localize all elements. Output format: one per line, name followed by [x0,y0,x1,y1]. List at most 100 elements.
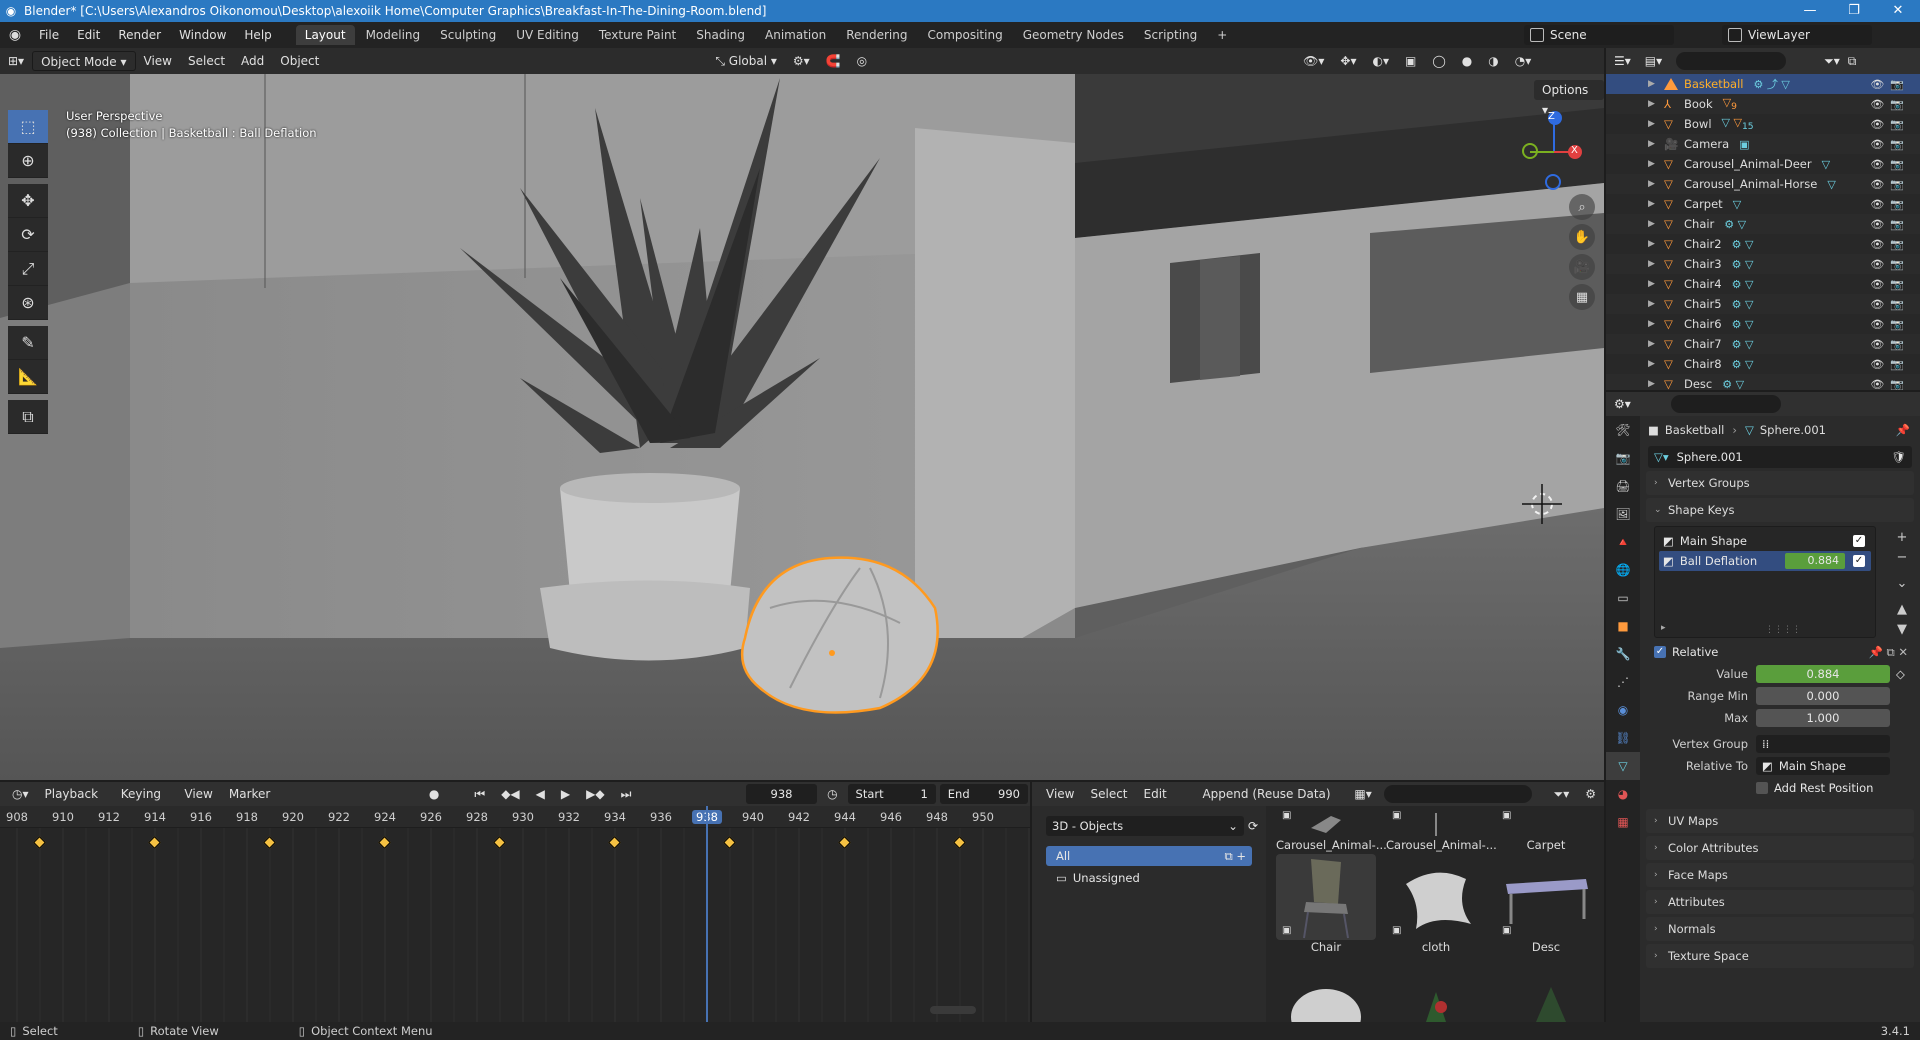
visibility-render-icons[interactable]: 👁📷 [1870,318,1910,331]
properties-editor-icon[interactable]: ⚙▾ [1614,397,1631,411]
shape-key-specials-icon[interactable]: ⌄ [1892,574,1912,594]
close-button[interactable]: ✕ [1876,0,1920,22]
tab-modeling[interactable]: Modeling [357,25,430,45]
outliner-row-camera[interactable]: ▶ 🎥 Camera ▣ 👁📷 [1606,134,1920,154]
add-shape-key-button[interactable]: + [1892,528,1912,548]
asset-settings-icon[interactable]: ⚙ [1577,784,1604,804]
panel-vertex-groups[interactable]: › Vertex Groups [1646,471,1914,495]
mesh-datablock-selector[interactable]: ▽▾ Sphere.001 🛡 [1648,446,1912,468]
output-tab-icon[interactable]: 🖨 [1606,472,1640,500]
list-filter-chevron-icon[interactable]: ▸ [1661,623,1666,633]
asset-item-carousel-2[interactable]: ▣ Carousel_Animal-... [1386,808,1497,852]
particles-tab-icon[interactable]: ⋰ [1606,668,1640,696]
visibility-render-icons[interactable]: 👁📷 [1870,178,1910,191]
mode-selector[interactable]: Object Mode ▾ [32,51,136,71]
object-menu[interactable]: Object [272,51,327,71]
shape-key-mute-checkbox[interactable]: ✓ [1853,535,1865,547]
gizmo-toggle-icon[interactable]: ✥▾ [1332,51,1364,71]
blender-menu-icon[interactable]: ◉ [0,27,30,43]
add-rest-position-checkbox[interactable] [1756,782,1768,794]
visibility-render-icons[interactable]: 👁📷 [1870,158,1910,171]
snap-icon[interactable]: 🧲 [818,51,849,71]
proportional-edit-icon[interactable]: ◎ [849,51,875,71]
transform-orientation[interactable]: ⤡ Global ▾ [707,51,785,71]
vertex-group-field[interactable]: ⁞⁞ [1756,735,1890,753]
outliner-row-carousel-deer[interactable]: ▶ ▽ Carousel_Animal-Deer ▽ 👁📷 [1606,154,1920,174]
jump-end-icon[interactable]: ⏭ [613,784,640,804]
panel-uv-maps[interactable]: › UV Maps [1646,809,1914,833]
timeline-keyframe-area[interactable] [0,828,1030,1022]
shape-key-value-slider[interactable]: 0.884 [1785,553,1845,569]
tab-texture-paint[interactable]: Texture Paint [590,25,685,45]
scale-tool-icon[interactable]: ⤢ [8,252,48,286]
properties-search-input[interactable] [1670,395,1781,413]
visibility-render-icons[interactable]: 👁📷 [1870,378,1910,391]
panel-texture-space[interactable]: › Texture Space [1646,944,1914,968]
menu-file[interactable]: File [30,22,68,48]
asset-search-input[interactable] [1383,785,1532,803]
visibility-icon[interactable]: 👁▾ [1295,51,1332,71]
shape-key-lock-icons[interactable]: 📌 ⧉ ✕ [1869,645,1908,660]
visibility-render-icons[interactable]: 👁📷 [1870,218,1910,231]
3d-viewport[interactable]: Z X ⊞▾ Object Mode ▾ View Select Add Obj… [0,48,1604,780]
camera-view-icon[interactable]: 🎥 [1569,254,1595,280]
outliner-row-carpet[interactable]: ▶ ▽ Carpet ▽ 👁📷 [1606,194,1920,214]
add-workspace-button[interactable]: + [1208,25,1236,45]
visibility-render-icons[interactable]: 👁📷 [1870,78,1910,91]
outliner-row-chair5[interactable]: ▶ ▽ Chair5 ⚙ ▽ 👁📷 [1606,294,1920,314]
refresh-library-icon[interactable]: ⟳ [1248,819,1258,833]
view-menu[interactable]: View [136,51,180,71]
playback-menu[interactable]: Playback ▾ [37,784,113,821]
pin-icon[interactable]: 📌 [1896,423,1910,437]
cursor-tool-icon[interactable]: ⊕ [8,144,48,178]
end-frame-field[interactable]: End 990 [939,784,1028,804]
visibility-render-icons[interactable]: 👁📷 [1870,198,1910,211]
rotate-tool-icon[interactable]: ⟳ [8,218,48,252]
visibility-render-icons[interactable]: 👁📷 [1870,138,1910,151]
panel-normals[interactable]: › Normals [1646,917,1914,941]
asset-item-row3-2[interactable] [1386,972,1486,1022]
outliner-row-chair6[interactable]: ▶ ▽ Chair6 ⚙ ▽ 👁📷 [1606,314,1920,334]
add-menu[interactable]: Add [233,51,272,71]
relative-checkbox[interactable]: ✓ [1654,646,1666,658]
jump-keyframe-back-icon[interactable]: ◆◀ [493,784,527,804]
select-menu[interactable]: Select [180,51,233,71]
outliner-row-desc[interactable]: ▶ ▽ Desc ⚙ ▽ 👁📷 [1606,374,1920,390]
move-tool-icon[interactable]: ✥ [8,184,48,218]
panel-attributes[interactable]: › Attributes [1646,890,1914,914]
options-button[interactable]: Options ▾ [1534,80,1604,117]
asset-item-row3-1[interactable] [1276,972,1376,1022]
shading-material-icon[interactable]: ◑ [1480,51,1506,71]
asset-library-selector[interactable]: 3D - Objects ⌄ [1046,816,1244,836]
annotate-tool-icon[interactable]: ✎ [8,326,48,360]
display-mode-icon[interactable]: ▦▾ [1346,784,1379,804]
shading-rendered-icon[interactable]: ◔▾ [1507,51,1540,71]
range-min-field[interactable]: 0.000 [1756,687,1890,705]
overlay-toggle-icon[interactable]: ◐▾ [1364,51,1397,71]
measure-tool-icon[interactable]: 📐 [8,360,48,394]
view-layer-tab-icon[interactable]: 🖼 [1606,500,1640,528]
move-up-icon[interactable]: ▲ [1892,600,1912,620]
play-reverse-icon[interactable]: ◀ [528,784,553,804]
filter-icon[interactable]: ⏷▾ [1824,54,1840,69]
timeline-ruler[interactable]: 908 910 912 914 916 918 920 922 924 926 928 930 932 9… [0,806,1030,828]
tab-animation[interactable]: Animation [756,25,835,45]
object-tab-icon[interactable]: ■ [1606,612,1640,640]
asset-item-carpet[interactable]: ▣ Carpet [1496,808,1596,852]
tab-layout[interactable]: Layout [295,25,355,45]
texture-tab-icon[interactable]: ▦ [1606,808,1640,836]
max-field[interactable]: 1.000 [1756,709,1890,727]
add-cube-tool-icon[interactable]: ⧉ [8,400,48,434]
fake-user-shield-icon[interactable]: 🛡 [1891,450,1906,464]
import-mode-selector[interactable]: Append (Reuse Data) ▾ [1194,784,1346,821]
asset-view-menu[interactable]: View [1038,784,1082,804]
tab-uv-editing[interactable]: UV Editing [507,25,588,45]
preview-range-icon[interactable]: ◷ [819,784,845,804]
xray-icon[interactable]: ▣ [1397,51,1424,71]
menu-help[interactable]: Help [235,22,280,48]
auto-keying-icon[interactable]: ● [421,784,447,804]
tool-tab-icon[interactable]: 🛠 [1606,416,1640,444]
timeline-view-menu[interactable]: View [176,784,220,804]
outliner-row-chair3[interactable]: ▶ ▽ Chair3 ⚙ ▽ 👁📷 [1606,254,1920,274]
move-down-icon[interactable]: ▼ [1892,620,1912,640]
